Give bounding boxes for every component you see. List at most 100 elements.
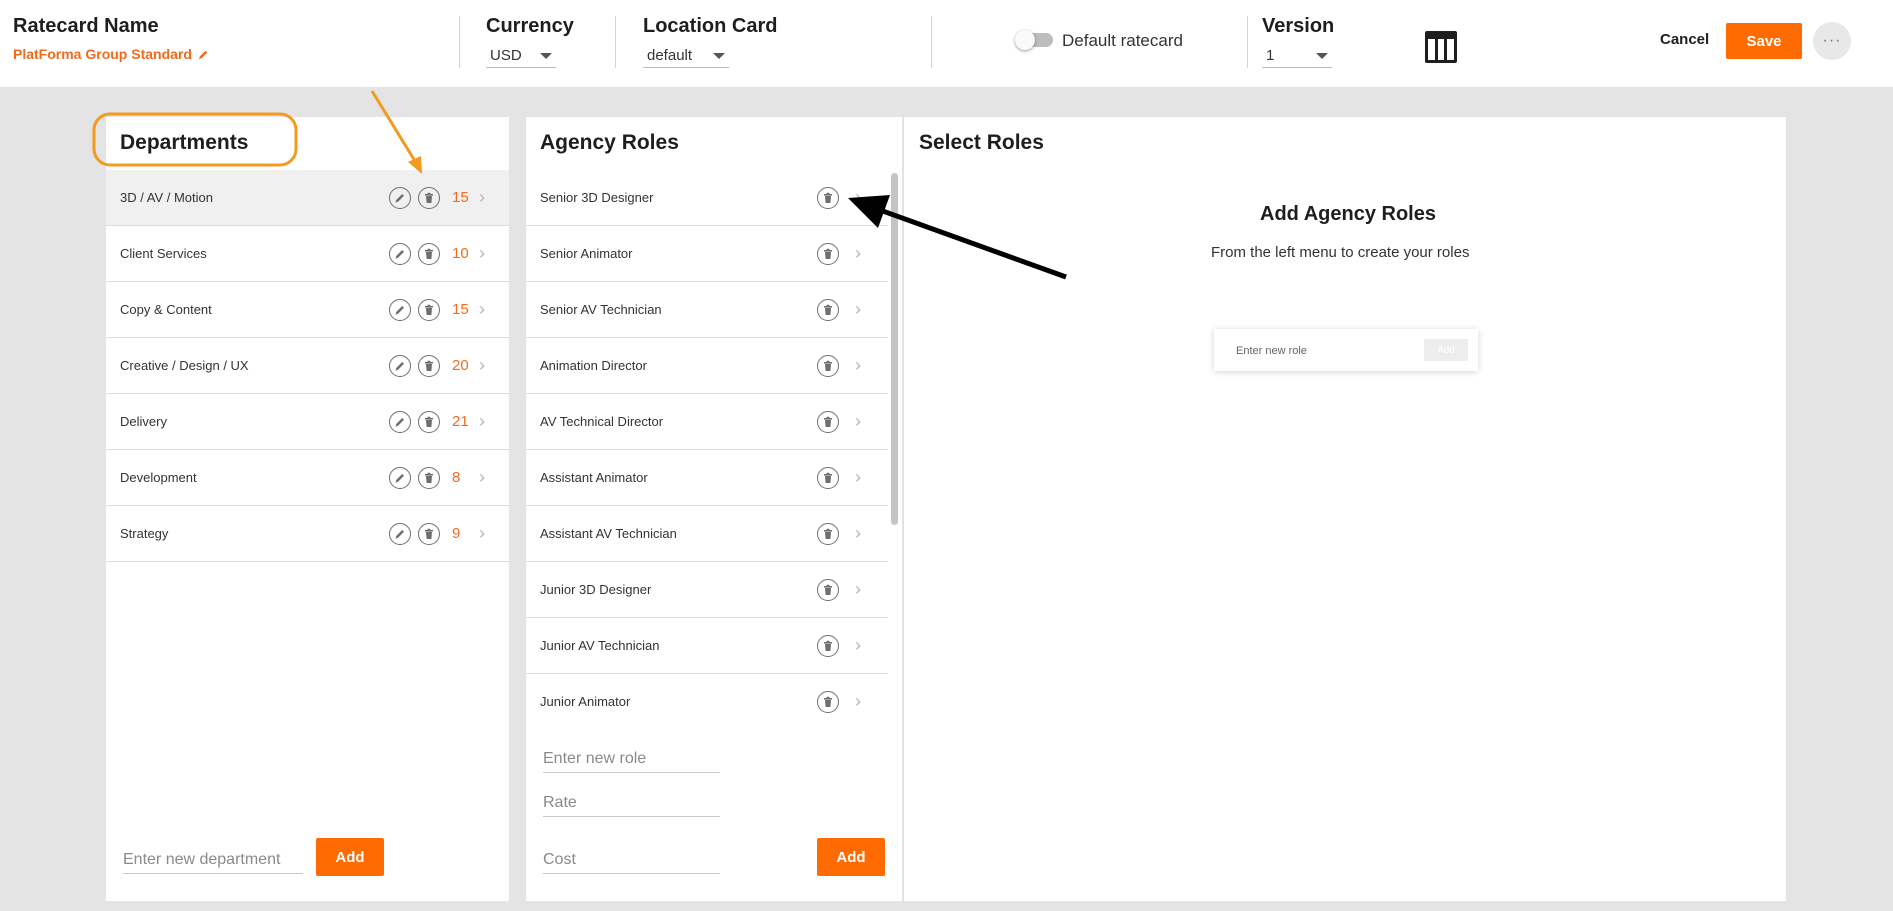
role-row[interactable]: Junior Animator › xyxy=(526,674,888,720)
chevron-right-icon[interactable]: › xyxy=(855,691,861,712)
department-row[interactable]: Strategy 9 › xyxy=(106,506,509,562)
agency-roles-panel: Agency Roles Senior 3D Designer › Senior A… xyxy=(526,117,902,901)
chevron-right-icon[interactable]: › xyxy=(479,523,485,544)
chevron-right-icon[interactable]: › xyxy=(479,355,485,376)
add-role-button[interactable]: Add xyxy=(817,838,885,876)
role-row[interactable]: Junior AV Technician › xyxy=(526,618,888,674)
department-row[interactable]: 3D / AV / Motion 15 › xyxy=(106,170,509,226)
chevron-right-icon[interactable]: › xyxy=(855,187,861,208)
chevron-right-icon[interactable]: › xyxy=(479,187,485,208)
trash-icon[interactable] xyxy=(817,690,839,713)
empty-state-illustration: Enter new role Add xyxy=(1214,329,1478,371)
pencil-icon[interactable] xyxy=(198,49,209,60)
pencil-icon[interactable] xyxy=(389,298,411,321)
role-label: Senior AV Technician xyxy=(540,302,662,317)
role-count: 10 xyxy=(452,245,469,262)
trash-icon[interactable] xyxy=(418,298,440,321)
chevron-right-icon[interactable]: › xyxy=(479,411,485,432)
department-row[interactable]: Creative / Design / UX 20 › xyxy=(106,338,509,394)
trash-icon[interactable] xyxy=(817,634,839,657)
chevron-right-icon[interactable]: › xyxy=(855,355,861,376)
chevron-right-icon[interactable]: › xyxy=(479,243,485,264)
currency-label: Currency xyxy=(486,15,574,37)
header-divider xyxy=(931,16,932,68)
pencil-icon[interactable] xyxy=(389,410,411,433)
trash-icon[interactable] xyxy=(418,242,440,265)
trash-icon[interactable] xyxy=(817,466,839,489)
rate-placeholder: Rate xyxy=(543,794,577,811)
new-department-input[interactable]: Enter new department xyxy=(123,851,303,874)
role-label: Junior Animator xyxy=(540,694,631,709)
pencil-icon[interactable] xyxy=(389,466,411,489)
trash-icon[interactable] xyxy=(817,298,839,321)
role-row[interactable]: Animation Director › xyxy=(526,338,888,394)
chevron-right-icon[interactable]: › xyxy=(855,411,861,432)
trash-icon[interactable] xyxy=(418,354,440,377)
department-label: Copy & Content xyxy=(120,302,212,317)
chevron-right-icon[interactable]: › xyxy=(855,635,861,656)
trash-icon[interactable] xyxy=(418,186,440,209)
pencil-icon[interactable] xyxy=(389,354,411,377)
department-label: Client Services xyxy=(120,246,207,261)
default-ratecard-toggle[interactable] xyxy=(1015,30,1053,50)
role-label: Junior 3D Designer xyxy=(540,582,652,597)
role-row[interactable]: Senior AV Technician › xyxy=(526,282,888,338)
department-row[interactable]: Copy & Content 15 › xyxy=(106,282,509,338)
trash-icon[interactable] xyxy=(817,186,839,209)
chevron-right-icon[interactable]: › xyxy=(479,467,485,488)
version-select[interactable]: 1 xyxy=(1262,44,1332,68)
top-bar: Ratecard Name PlatForma Group Standard C… xyxy=(0,0,1893,87)
save-button[interactable]: Save xyxy=(1726,23,1802,59)
department-row[interactable]: Development 8 › xyxy=(106,450,509,506)
trash-icon[interactable] xyxy=(418,466,440,489)
department-row[interactable]: Delivery 21 › xyxy=(106,394,509,450)
role-row[interactable]: Senior 3D Designer › xyxy=(526,170,888,226)
trash-icon[interactable] xyxy=(817,354,839,377)
rate-input[interactable]: Rate xyxy=(543,794,720,817)
new-role-input[interactable]: Enter new role xyxy=(543,750,720,773)
role-row[interactable]: Assistant AV Technician › xyxy=(526,506,888,562)
cancel-button[interactable]: Cancel xyxy=(1660,31,1709,48)
currency-select[interactable]: USD xyxy=(486,44,556,68)
chevron-right-icon[interactable]: › xyxy=(855,243,861,264)
role-count: 15 xyxy=(452,301,469,318)
location-card-value: default xyxy=(647,47,693,64)
chevron-right-icon[interactable]: › xyxy=(479,299,485,320)
role-count: 21 xyxy=(452,413,469,430)
trash-icon[interactable] xyxy=(418,522,440,545)
chevron-right-icon[interactable]: › xyxy=(855,299,861,320)
role-row[interactable]: Assistant Animator › xyxy=(526,450,888,506)
ratecard-name[interactable]: PlatForma Group Standard xyxy=(13,46,209,62)
role-count: 15 xyxy=(452,189,469,206)
table-layout-icon[interactable] xyxy=(1424,30,1458,64)
departments-panel: Departments 3D / AV / Motion 15 › Client Se… xyxy=(106,117,509,901)
empty-state-heading: Add Agency Roles xyxy=(1260,203,1436,225)
agency-roles-title: Agency Roles xyxy=(540,131,679,154)
chevron-right-icon[interactable]: › xyxy=(855,523,861,544)
department-label: Creative / Design / UX xyxy=(120,358,249,373)
pencil-icon[interactable] xyxy=(389,242,411,265)
trash-icon[interactable] xyxy=(817,522,839,545)
more-icon[interactable]: ··· xyxy=(1813,22,1851,60)
ratecard-label: Ratecard Name xyxy=(13,15,159,37)
role-row[interactable]: Senior Animator › xyxy=(526,226,888,282)
trash-icon[interactable] xyxy=(817,578,839,601)
department-row[interactable]: Client Services 10 › xyxy=(106,226,509,282)
location-card-select[interactable]: default xyxy=(643,44,729,68)
role-row[interactable]: AV Technical Director › xyxy=(526,394,888,450)
add-department-button[interactable]: Add xyxy=(316,838,384,876)
role-label: Junior AV Technician xyxy=(540,638,660,653)
trash-icon[interactable] xyxy=(817,410,839,433)
pencil-icon[interactable] xyxy=(389,186,411,209)
role-list: Senior 3D Designer › Senior Animator › Senio… xyxy=(526,170,888,720)
departments-title: Departments xyxy=(120,131,249,154)
role-row[interactable]: Junior 3D Designer › xyxy=(526,562,888,618)
chevron-right-icon[interactable]: › xyxy=(855,467,861,488)
roles-scrollbar[interactable] xyxy=(891,173,898,525)
trash-icon[interactable] xyxy=(418,410,440,433)
trash-icon[interactable] xyxy=(817,242,839,265)
pencil-icon[interactable] xyxy=(389,522,411,545)
cost-placeholder: Cost xyxy=(543,851,576,868)
cost-input[interactable]: Cost xyxy=(543,851,720,874)
chevron-right-icon[interactable]: › xyxy=(855,579,861,600)
